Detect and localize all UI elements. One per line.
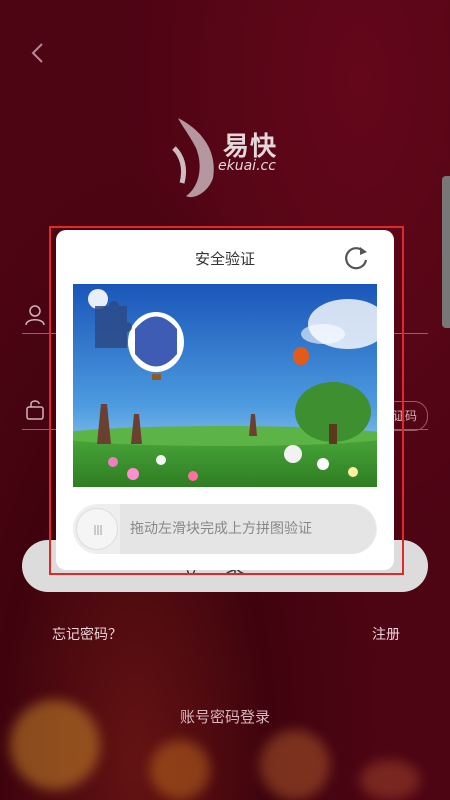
user-icon <box>24 304 46 326</box>
forgot-password-link[interactable]: 忘记密码？ <box>52 624 122 644</box>
register-link[interactable]: 注册 <box>372 624 400 644</box>
swordfish-logo-icon <box>172 118 214 198</box>
ekuai-logo: 易快 ekuai.cc <box>168 108 288 204</box>
bokeh-light <box>260 730 330 800</box>
back-button[interactable] <box>30 42 46 63</box>
chevron-left-icon <box>31 43 43 63</box>
selection-highlight-box <box>49 226 404 575</box>
account-password-login-link[interactable]: 账号密码登录 <box>0 706 450 727</box>
bokeh-light <box>360 760 420 800</box>
logo-text-en: ekuai.cc <box>218 158 276 174</box>
bokeh-light <box>150 740 210 800</box>
scrollbar[interactable] <box>442 176 450 328</box>
lock-icon <box>24 398 46 420</box>
